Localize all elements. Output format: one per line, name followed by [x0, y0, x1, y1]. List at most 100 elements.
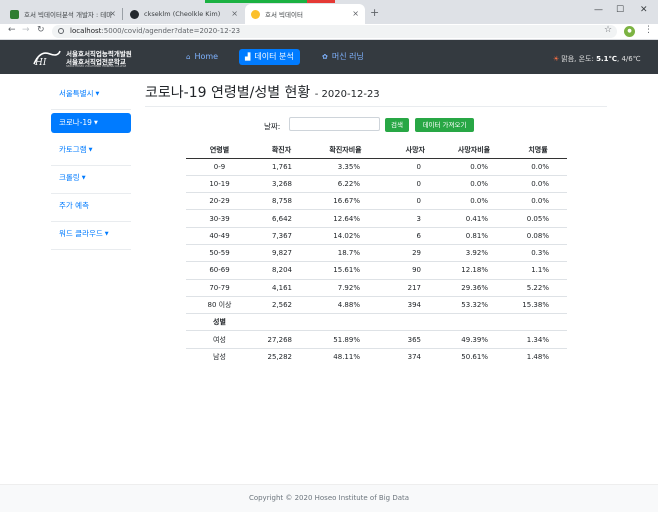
table-cell: 53.32%	[439, 295, 509, 314]
page-favicon-icon	[10, 9, 19, 19]
table-header-row: 연령별 확진자 확진자비율 사망자 사망자비율 치명률	[186, 143, 567, 159]
col-header-case-ratio: 확진자비율	[310, 143, 381, 159]
covid-age-gender-table: 연령별 확진자 확진자비율 사망자 사망자비율 치명률 0-9 1,761 3.35…	[186, 143, 567, 366]
menu-kebab-icon[interactable]: ⋮	[644, 25, 653, 35]
table-cell	[310, 313, 381, 331]
table-cell: 51.89%	[310, 330, 381, 349]
close-window-icon[interactable]: ✕	[640, 5, 648, 15]
table-cell: 50.61%	[439, 347, 509, 366]
table-cell: 7,367	[253, 226, 310, 245]
info-icon[interactable]	[58, 28, 64, 34]
sidebar: 서울특별시 ▼ 코로나-19 ▼ 카토그램 ▼ 크롤링 ▼ 주가 예측 워드 클라우드 ▼	[51, 82, 131, 250]
chart-icon: ▟	[245, 53, 251, 61]
table-row: 0-9 1,761 3.35% 0 0.0% 0.0%	[186, 157, 567, 176]
browser-tab-2[interactable]: ckseklm (Cheolkle Kim) ×	[124, 4, 244, 24]
close-icon[interactable]: ×	[231, 9, 238, 18]
sidebar-item-crawling[interactable]: 크롤링 ▼	[51, 166, 131, 194]
table-row: 10-19 3,268 6.22% 0 0.0% 0.0%	[186, 174, 567, 193]
table-cell	[381, 313, 439, 331]
page-favicon-icon	[251, 9, 260, 19]
nav-home[interactable]: ⌂ Home	[186, 49, 218, 65]
sidebar-item-cartogram[interactable]: 카토그램 ▼	[51, 138, 131, 166]
table-cell: 1.1%	[509, 261, 567, 280]
table-cell: 2,562	[253, 295, 310, 314]
table-cell: 394	[381, 295, 439, 314]
home-icon: ⌂	[186, 53, 191, 61]
gender-section-row: 성별	[186, 313, 567, 331]
weather-temp: 5.1℃	[596, 55, 617, 63]
browser-toolbar: ← → ↻ localhost:5000/covid/agender?date=…	[0, 24, 658, 40]
caret-down-icon: ▼	[104, 231, 109, 237]
table-cell: 1.34%	[509, 330, 567, 349]
svg-text:HI: HI	[34, 58, 47, 68]
sidebar-item-seoul[interactable]: 서울특별시 ▼	[51, 82, 131, 110]
table-cell: 6.22%	[310, 174, 381, 193]
browser-tab-3[interactable]: 호서 빅데이터 ×	[245, 4, 365, 24]
table-cell: 9,827	[253, 243, 310, 262]
github-icon	[130, 9, 139, 19]
maximize-icon[interactable]: ☐	[616, 5, 624, 15]
table-cell: 20-29	[186, 192, 253, 210]
table-cell: 6,642	[253, 209, 310, 228]
table-cell: 29	[381, 243, 439, 262]
reload-icon[interactable]: ↻	[37, 25, 45, 35]
table-cell: 27,268	[253, 330, 310, 349]
back-icon[interactable]: ←	[8, 25, 16, 35]
footer: Copyright © 2020 Hoseo Institute of Big …	[0, 484, 658, 512]
url-path: :5000/covid/agender?date=2020-12-23	[101, 27, 241, 35]
table-cell: 3	[381, 209, 439, 228]
page-title-text: 코로나-19 연령별/성별 현황	[145, 85, 311, 101]
address-bar[interactable]: localhost:5000/covid/agender?date=2020-1…	[52, 25, 617, 38]
tab-title: 호서 빅데이터	[265, 11, 303, 19]
date-input[interactable]	[289, 117, 380, 131]
table-cell: 3.92%	[439, 243, 509, 262]
site-logo[interactable]: HI 서울호서직업능력개발원 서울호서직업전문학교 SEOUL HOSEO VO…	[32, 46, 132, 70]
table-cell: 0-9	[186, 157, 253, 176]
sidebar-item-stock-prediction[interactable]: 주가 예측	[51, 194, 131, 222]
fetch-data-button[interactable]: 데이터 가져오기	[415, 118, 474, 132]
recording-indicator	[205, 0, 335, 3]
table-cell: 90	[381, 261, 439, 280]
minimize-icon[interactable]: —	[594, 5, 603, 15]
table-cell: 0.0%	[439, 157, 509, 176]
search-button[interactable]: 검색	[385, 118, 409, 132]
table-cell: 0.3%	[509, 243, 567, 262]
sun-icon: ☀	[553, 55, 560, 63]
close-icon[interactable]: ×	[352, 9, 359, 18]
browser-tab-strip: 호서 빅데이터분석 개발자 : 테마 × ckseklm (Cheolkle K…	[0, 0, 658, 24]
new-tab-icon[interactable]: +	[370, 6, 379, 19]
table-cell: 0	[381, 192, 439, 210]
table-row: 남성 25,282 48.11% 374 50.61% 1.48%	[186, 347, 567, 366]
table-cell: 15.61%	[310, 261, 381, 280]
caret-down-icon: ▼	[93, 120, 98, 126]
browser-tab-1[interactable]: 호서 빅데이터분석 개발자 : 테마 ×	[4, 4, 122, 24]
profile-avatar[interactable]: ●	[624, 26, 635, 37]
nav-data-analysis[interactable]: ▟ 데이터 분석	[239, 49, 300, 65]
table-cell: 217	[381, 278, 439, 297]
table-cell: 48.11%	[310, 347, 381, 366]
table-cell: 0.0%	[439, 174, 509, 193]
table-cell: 7.92%	[310, 278, 381, 297]
nav-machine-learning[interactable]: ✿ 머신 러닝	[322, 49, 364, 65]
table-cell: 18.7%	[310, 243, 381, 262]
caret-down-icon: ▼	[88, 147, 93, 153]
weather-range: 4/6℃	[621, 55, 641, 63]
table-cell: 50-59	[186, 243, 253, 262]
col-header-fatality-rate: 치명률	[509, 143, 567, 159]
table-cell: 0	[381, 174, 439, 193]
bookmark-star-icon[interactable]: ☆	[604, 25, 612, 35]
close-icon[interactable]: ×	[109, 9, 116, 18]
table-cell: 29.36%	[439, 278, 509, 297]
table-cell: 80 이상	[186, 295, 253, 314]
brain-icon: ✿	[322, 53, 328, 61]
sidebar-item-wordcloud[interactable]: 워드 클라우드 ▼	[51, 222, 131, 250]
sidebar-item-covid19[interactable]: 코로나-19 ▼	[51, 113, 131, 133]
table-row: 60-69 8,204 15.61% 90 12.18% 1.1%	[186, 261, 567, 280]
table-cell	[509, 313, 567, 331]
forward-icon[interactable]: →	[22, 25, 30, 35]
table-row: 20-29 8,758 16.67% 0 0.0% 0.0%	[186, 192, 567, 210]
table-row: 70-79 4,161 7.92% 217 29.36% 5.22%	[186, 278, 567, 297]
table-cell: 70-79	[186, 278, 253, 297]
table-row: 30-39 6,642 12.64% 3 0.41% 0.05%	[186, 209, 567, 228]
page-title: 코로나-19 연령별/성별 현황 - 2020-12-23	[145, 85, 380, 101]
